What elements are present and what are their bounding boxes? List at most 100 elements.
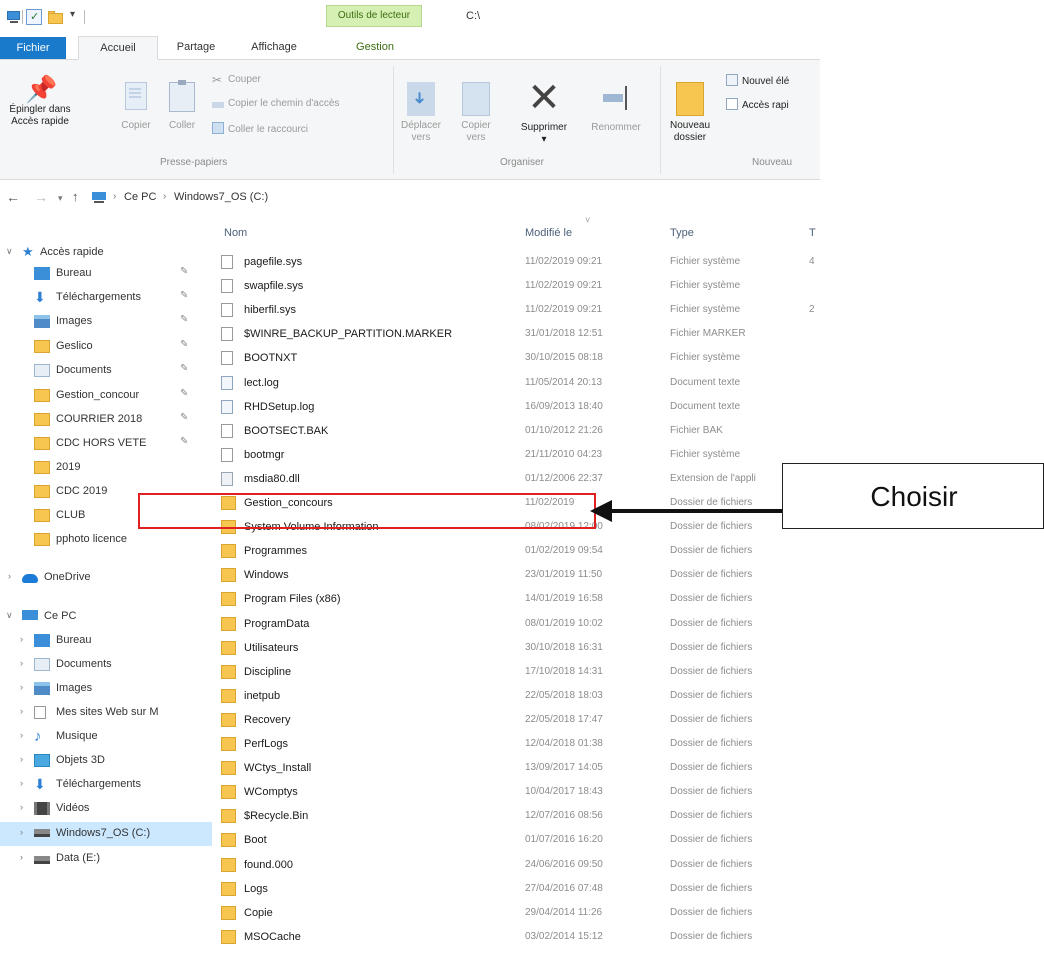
breadcrumb-drive[interactable]: Windows7_OS (C:): [174, 191, 268, 203]
move-to-button[interactable]: Déplacer vers: [398, 82, 444, 144]
new-item-button[interactable]: Nouvel élé: [726, 74, 789, 87]
file-row[interactable]: Recovery 22/05/2018 17:47 Dossier de fichi…: [213, 710, 820, 731]
file-row[interactable]: msdia80.dll 01/12/2006 22:37 Extension de …: [213, 469, 820, 490]
nav-pc-bureau[interactable]: › Bureau: [0, 631, 212, 651]
recent-locations-chevron-icon[interactable]: ▾: [58, 193, 63, 204]
file-row[interactable]: swapfile.sys 11/02/2019 09:21 Fichier syst…: [213, 276, 820, 297]
column-header-size[interactable]: T: [809, 227, 816, 239]
tab-accueil[interactable]: Accueil: [78, 36, 158, 60]
properties-icon[interactable]: ✓: [26, 9, 42, 25]
nav-onedrive[interactable]: › OneDrive: [0, 568, 212, 588]
nav-quick-bureau[interactable]: Bureau ✎: [0, 264, 212, 284]
column-header-modified[interactable]: Modifié le: [525, 227, 572, 239]
customize-quick-access-chevron-icon[interactable]: ▾: [70, 9, 75, 20]
file-row[interactable]: Discipline 17/10/2018 14:31 Dossier de fic…: [213, 662, 820, 683]
paste-button[interactable]: Coller: [162, 80, 202, 132]
nav-quick-images[interactable]: Images ✎: [0, 312, 212, 332]
file-row[interactable]: BOOTSECT.BAK 01/10/2012 21:26 Fichier BAK: [213, 421, 820, 442]
expand-chevron-icon[interactable]: ›: [20, 634, 30, 644]
file-row[interactable]: hiberfil.sys 11/02/2019 09:21 Fichier syst…: [213, 300, 820, 321]
nav-pc-data-e[interactable]: › Data (E:): [0, 849, 212, 869]
file-row[interactable]: lect.log 11/05/2014 20:13 Document texte: [213, 373, 820, 394]
nav-pc-telechargements[interactable]: › ⬇ Téléchargements: [0, 775, 212, 795]
nav-quick-courrier-2018[interactable]: COURRIER 2018 ✎: [0, 410, 212, 430]
collapse-chevron-icon[interactable]: ∨: [6, 610, 16, 621]
copy-to-button[interactable]: Copier vers: [456, 82, 496, 144]
new-folder-button[interactable]: Nouveau dossier: [666, 82, 714, 144]
breadcrumb-ce-pc[interactable]: Ce PC: [124, 191, 156, 203]
nav-quick-pphoto-licence[interactable]: pphoto licence: [0, 530, 212, 550]
nav-quick-geslico[interactable]: Geslico ✎: [0, 337, 212, 357]
column-header-type[interactable]: Type: [670, 227, 694, 239]
tab-gestion[interactable]: Gestion: [328, 36, 422, 59]
file-row[interactable]: Program Files (x86) 14/01/2019 16:58 Dossi…: [213, 589, 820, 610]
file-row[interactable]: Boot 01/07/2016 16:20 Dossier de fichiers: [213, 830, 820, 851]
delete-chevron-down-icon: ▾: [541, 134, 547, 145]
breadcrumb-separator[interactable]: ›: [113, 191, 116, 202]
nav-quick-gestion-concours[interactable]: Gestion_concour ✎: [0, 386, 212, 406]
rename-button[interactable]: Renommer: [584, 82, 648, 134]
cut-button[interactable]: ✂ Couper: [212, 74, 261, 86]
forward-arrow-icon[interactable]: →: [34, 189, 48, 205]
copy-button[interactable]: Copier: [116, 82, 156, 132]
file-row[interactable]: Utilisateurs 30/10/2018 16:31 Dossier de f…: [213, 638, 820, 659]
delete-button[interactable]: ✕ Supprimer ▾: [512, 78, 576, 146]
expand-chevron-icon[interactable]: ›: [20, 802, 30, 812]
nav-quick-telechargements[interactable]: ⬇ Téléchargements ✎: [0, 288, 212, 308]
file-row[interactable]: Logs 27/04/2016 07:48 Dossier de fichiers: [213, 879, 820, 900]
expand-chevron-icon[interactable]: ›: [8, 571, 18, 581]
file-row[interactable]: WComptys 10/04/2017 18:43 Dossier de fichi…: [213, 782, 820, 803]
file-row[interactable]: inetpub 22/05/2018 18:03 Dossier de fichie…: [213, 686, 820, 707]
expand-chevron-icon[interactable]: ›: [20, 827, 30, 837]
collapse-chevron-icon[interactable]: ∨: [6, 246, 16, 257]
file-row[interactable]: RHDSetup.log 16/09/2013 18:40 Document tex…: [213, 397, 820, 418]
nav-pc-images[interactable]: › Images: [0, 679, 212, 699]
expand-chevron-icon[interactable]: ›: [20, 754, 30, 764]
tab-affichage[interactable]: Affichage: [232, 36, 316, 59]
nav-pc-objets-3d[interactable]: › Objets 3D: [0, 751, 212, 771]
nav-pc-documents[interactable]: › Documents: [0, 655, 212, 675]
file-row[interactable]: Copie 29/04/2014 11:26 Dossier de fichiers: [213, 903, 820, 924]
expand-chevron-icon[interactable]: ›: [20, 852, 30, 862]
file-row[interactable]: ProgramData 08/01/2019 10:02 Dossier de fi…: [213, 614, 820, 635]
file-row[interactable]: PerfLogs 12/04/2018 01:38 Dossier de fichi…: [213, 734, 820, 755]
file-row[interactable]: pagefile.sys 11/02/2019 09:21 Fichier syst…: [213, 252, 820, 273]
nav-this-pc[interactable]: ∨ Ce PC: [0, 607, 212, 627]
paste-shortcut-button[interactable]: Coller le raccourci: [212, 122, 308, 135]
file-row[interactable]: WCtys_Install 13/09/2017 14:05 Dossier de …: [213, 758, 820, 779]
expand-chevron-icon[interactable]: ›: [20, 778, 30, 788]
file-row[interactable]: Windows 23/01/2019 11:50 Dossier de fichie…: [213, 565, 820, 586]
file-row[interactable]: bootmgr 21/11/2010 04:23 Fichier système: [213, 445, 820, 466]
file-row[interactable]: Programmes 01/02/2019 09:54 Dossier de fic…: [213, 541, 820, 562]
copy-path-button[interactable]: Copier le chemin d'accès: [212, 98, 339, 109]
nav-quick-documents[interactable]: Documents ✎: [0, 361, 212, 381]
tab-fichier[interactable]: Fichier: [0, 37, 66, 59]
file-name: MSOCache: [244, 930, 301, 943]
nav-pc-musique[interactable]: › ♪ Musique: [0, 727, 212, 747]
up-arrow-icon[interactable]: ↑: [72, 189, 79, 204]
new-folder-quick-icon[interactable]: [48, 9, 64, 25]
nav-quick-access[interactable]: ∨ ★ Accès rapide: [0, 243, 212, 263]
this-pc-icon[interactable]: [6, 9, 22, 25]
file-row[interactable]: MSOCache 03/02/2014 15:12 Dossier de fichi…: [213, 927, 820, 948]
nav-pc-windows7-os[interactable]: › Windows7_OS (C:): [0, 822, 212, 846]
file-row[interactable]: $Recycle.Bin 12/07/2016 08:56 Dossier de f…: [213, 806, 820, 827]
tab-partage[interactable]: Partage: [166, 36, 226, 59]
nav-pc-videos[interactable]: › Vidéos: [0, 799, 212, 819]
expand-chevron-icon[interactable]: ›: [20, 658, 30, 668]
file-row[interactable]: $WINRE_BACKUP_PARTITION.MARKER 31/01/2018…: [213, 324, 820, 345]
file-row[interactable]: found.000 24/06/2016 09:50 Dossier de fich…: [213, 855, 820, 876]
expand-chevron-icon[interactable]: ›: [20, 730, 30, 740]
nav-quick-2019[interactable]: 2019: [0, 458, 138, 478]
sort-chevron-icon: ˅: [585, 215, 591, 225]
expand-chevron-icon[interactable]: ›: [20, 682, 30, 692]
pin-to-quick-access-button[interactable]: 📌 Épingler dans Accès rapide: [4, 74, 76, 128]
breadcrumb-separator[interactable]: ›: [163, 191, 166, 202]
expand-chevron-icon[interactable]: ›: [20, 706, 30, 716]
nav-quick-cdc-hors-vete[interactable]: CDC HORS VETE ✎: [0, 434, 212, 454]
file-row[interactable]: BOOTNXT 30/10/2015 08:18 Fichier système: [213, 348, 820, 369]
nav-pc-mes-sites-web[interactable]: › Mes sites Web sur M: [0, 703, 212, 723]
back-arrow-icon[interactable]: ←: [6, 189, 20, 205]
column-header-name[interactable]: Nom: [224, 227, 247, 239]
easy-access-button[interactable]: Accès rapi: [726, 98, 789, 111]
